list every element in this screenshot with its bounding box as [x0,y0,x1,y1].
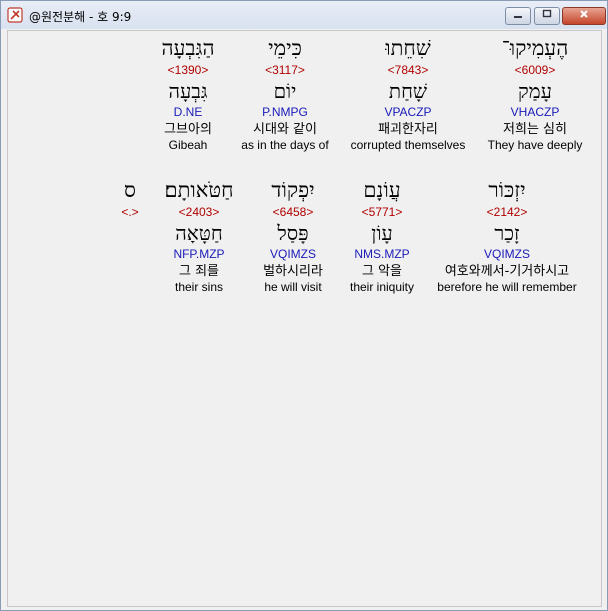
hebrew-word: הֶעְמִיקוּ־ [501,36,569,60]
english-gloss: their iniquity [349,280,415,294]
strong-number[interactable]: <2403> [154,205,244,219]
strong-number[interactable]: <6458> [251,205,335,219]
app-window: @원전분해 - 호 9:9 הֶעְמִיקוּ־ <6009> עָמַק V… [0,0,608,611]
hebrew-lemma: שָׁחַת [388,79,428,103]
word-cell-7843[interactable]: שִׁחֵתוּ <7843> שָׁחַת VPACZP 패괴한자리 corr… [343,35,473,153]
english-gloss: he will visit [264,280,322,294]
parsing-code: NFP.MZP [173,247,225,261]
strong-number[interactable]: <7843> [343,63,473,77]
maximize-icon [542,9,552,18]
english-gloss: berefore he will remember [437,280,577,294]
word-cell-2142[interactable]: יִזְכּוֹר <2142> זָכַר VQIMZS 여호와께서-기거하시… [428,177,586,295]
parsing-code: D.NE [173,105,203,119]
hebrew-word: שִׁחֵתוּ [385,36,431,60]
app-logo-icon [7,7,23,23]
close-button[interactable] [562,7,606,25]
strong-number[interactable]: <2142> [428,205,586,219]
word-cell-5771[interactable]: עֲוֹנָם <5771> עָוֹן NMS.MZP 그 악을 their … [341,177,423,295]
word-cell-1390[interactable]: הַגִּבְעָה <1390> גִּבְעָה D.NE 그브아의 Gib… [148,35,228,153]
korean-gloss: 저희는 심히 [503,122,567,137]
parsing-code: P.NMPG [262,105,308,119]
strong-number[interactable]: <3117> [233,63,337,77]
korean-gloss: 그 죄를 [178,264,219,279]
hebrew-word: יִזְכּוֹר [488,178,526,202]
word-cell-3117[interactable]: כִּימֵי <3117> יוֹם P.NMPG 시대와 같이 as in … [233,35,337,153]
minimize-icon [514,16,522,18]
maximize-button[interactable] [534,7,560,25]
strong-number[interactable]: <6009> [478,63,592,77]
korean-gloss: 시대와 같이 [253,122,317,137]
hebrew-word: כִּימֵי [268,36,302,60]
parsing-code: VHACZP [510,105,560,119]
korean-gloss: 패괴한자리 [378,122,438,137]
korean-gloss: 그브아의 [164,122,212,137]
hebrew-lemma: עָמַק [518,79,552,103]
hebrew-lemma: עָוֹן [371,221,393,245]
english-gloss: corrupted themselves [350,138,466,152]
strong-number[interactable]: <1390> [148,63,228,77]
window-title: @원전분해 - 호 9:9 [29,10,132,24]
word-cell-samekh[interactable]: ס <.> [112,177,148,219]
hebrew-lemma: פָּסַל [277,221,309,245]
english-gloss: Gibeah [168,138,208,152]
hebrew-lemma: גִּבְעָה [168,79,208,103]
parsing-code: VQIMZS [269,247,316,261]
strong-number[interactable]: <.> [112,205,148,219]
word-cell-6458[interactable]: יִפְקוֹד <6458> פָּסַל VQIMZS 벌하시리라 he w… [251,177,335,295]
hebrew-lemma: זָכַר [494,221,520,245]
parsing-panel: הֶעְמִיקוּ־ <6009> עָמַק VHACZP 저희는 심히 T… [7,30,602,607]
hebrew-lemma: יוֹם [273,79,297,103]
parsing-code: VPACZP [384,105,432,119]
word-cell-6009[interactable]: הֶעְמִיקוּ־ <6009> עָמַק VHACZP 저희는 심히 T… [478,31,592,171]
parsing-code: VQIMZS [483,247,530,261]
strong-number[interactable]: <5771> [341,205,423,219]
title-bar[interactable]: @원전분해 - 호 9:9 [1,1,607,29]
korean-gloss: 그 악을 [361,264,402,279]
english-gloss: their sins [174,280,224,294]
hebrew-word: עֲוֹנָם [363,178,401,202]
minimize-button[interactable] [505,7,531,25]
english-gloss: as in the days of [241,138,329,152]
parsing-code: NMS.MZP [354,247,410,261]
hebrew-word: יִפְקוֹד [271,178,315,202]
hebrew-word: חַטֹּאותָם׃ [164,178,234,202]
hebrew-word: הַגִּבְעָה [161,36,215,60]
word-cell-2403[interactable]: חַטֹּאותָם׃ <2403> חַטָּאָה NFP.MZP 그 죄를… [154,177,244,295]
english-gloss: They have deeply [487,138,583,152]
korean-gloss: 벌하시리라 [263,264,323,279]
korean-gloss: 여호와께서-기거하시고 [444,264,570,279]
hebrew-lemma: חַטָּאָה [175,221,223,245]
close-icon [580,10,588,18]
hebrew-word: ס [124,178,136,202]
